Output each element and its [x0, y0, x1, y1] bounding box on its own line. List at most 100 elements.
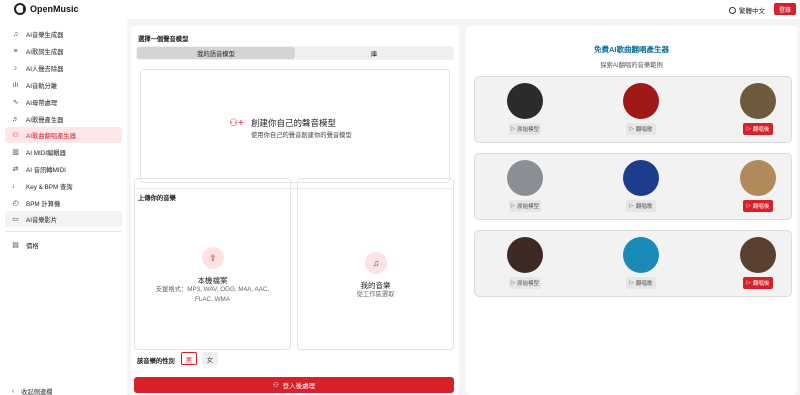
- sidebar-item-music-video[interactable]: ▭ AI音樂影片: [5, 211, 122, 227]
- sidebar-item-label: BPM 計算機: [26, 200, 61, 208]
- play-icon: ▷: [510, 126, 516, 132]
- play-icon: ▷: [510, 203, 516, 209]
- cover-icon: ⚇: [12, 131, 19, 139]
- sidebar-item-label: Key & BPM 查詢: [26, 183, 73, 191]
- video-icon: ▭: [12, 215, 19, 223]
- play-cover-song-button[interactable]: ▷ 翻唱歌: [626, 277, 656, 289]
- sidebar-item-label: AI歌聲產生器: [26, 116, 64, 124]
- play-cover-button[interactable]: ▷ 翻唱後: [743, 277, 773, 289]
- cover-song-avatar: [623, 83, 659, 119]
- openmusic-logo-icon: [14, 3, 26, 15]
- play-original-button[interactable]: ▷ 原始模型: [509, 123, 541, 135]
- add-user-icon: ⚇+: [229, 118, 244, 129]
- sidebar-item-vocal-remover[interactable]: ♪ AI人聲去除器: [5, 60, 122, 76]
- play-icon: ▷: [510, 280, 516, 286]
- sidebar-divider: [5, 231, 122, 232]
- sidebar-item-lyrics-generator[interactable]: ≡ AI歌詞生成器: [5, 43, 122, 59]
- sidebar-item-label: AI MIDI編輯器: [26, 149, 66, 157]
- submit-label: 登入後處理: [282, 383, 316, 390]
- sidebar-item-midi-editor[interactable]: ▥ AI MIDI編輯器: [5, 144, 122, 160]
- lyrics-icon: ≡: [13, 47, 18, 55]
- cover-result-avatar: [740, 83, 776, 119]
- create-model-title: 創建你自己的聲音模型: [251, 118, 337, 128]
- chevron-left-icon: ‹: [12, 388, 15, 395]
- play-original-button[interactable]: ▷ 原始模型: [509, 277, 541, 289]
- gender-label: 該音樂的性別: [137, 358, 175, 365]
- model-tabs: 我的語音模型 庫: [136, 46, 454, 60]
- play-cover-button[interactable]: ▷ 翻唱後: [743, 123, 773, 135]
- tab-my-voice-models[interactable]: 我的語音模型: [137, 47, 295, 59]
- play-cover-song-button[interactable]: ▷ 翻唱歌: [626, 200, 656, 212]
- upload-icon: ⇪: [202, 247, 224, 269]
- play-cover-button[interactable]: ▷ 翻唱後: [743, 200, 773, 212]
- example-card: ▷ 原始模型 ▷ 翻唱歌 ▷ 翻唱後: [474, 76, 792, 143]
- play-icon: ▷: [746, 203, 751, 209]
- pricing-icon: ▤: [12, 241, 19, 249]
- example-card: ▷ 原始模型 ▷ 翻唱歌 ▷ 翻唱後: [474, 230, 792, 297]
- top-header: OpenMusic 繁體中文 登錄: [0, 0, 800, 19]
- sidebar-item-label: AI母帶處理: [26, 99, 58, 107]
- bpm-icon: ◴: [12, 199, 19, 207]
- sidebar-item-bpm-calculator[interactable]: ◴ BPM 計算機: [5, 195, 122, 211]
- examples-panel: 免費AI歌曲翻唱產生器 探索AI翻唱的音樂範例 ▷ 原始模型 ▷ 翻唱歌 ▷ 翻唱後 …: [466, 26, 797, 395]
- cover-song-avatar: [623, 160, 659, 196]
- original-model-avatar: [507, 237, 543, 273]
- login-button[interactable]: 登錄: [774, 3, 796, 15]
- play-icon: ▷: [629, 126, 634, 132]
- examples-title: 免費AI歌曲翻唱產生器: [594, 45, 669, 54]
- select-model-label: 選擇一個聲音模型: [138, 36, 189, 43]
- play-icon: ▷: [629, 280, 634, 286]
- user-icon: ⚇: [272, 382, 279, 389]
- play-icon: ▷: [746, 126, 751, 132]
- cover-song-avatar: [623, 237, 659, 273]
- create-model-subtitle: 使用你自己的聲音創建你的聲音模型: [251, 132, 352, 139]
- logo[interactable]: OpenMusic: [14, 3, 79, 15]
- sidebar-item-key-bpm[interactable]: ♩ Key & BPM 查詢: [5, 178, 122, 194]
- play-original-button[interactable]: ▷ 原始模型: [509, 200, 541, 212]
- singing-icon: ♬: [12, 115, 19, 123]
- sidebar-item-label: AI歌詞生成器: [26, 48, 64, 56]
- sidebar-item-label: 價格: [26, 242, 39, 250]
- sidebar-item-audio-to-midi[interactable]: ⇄ AI 音訊轉MIDI: [5, 161, 122, 177]
- play-icon: ▷: [746, 280, 751, 286]
- sidebar-item-label: AI歌曲翻唱產生器: [26, 132, 77, 140]
- sidebar-item-label: AI音軌分離: [26, 82, 58, 90]
- sidebar-item-label: AI 音訊轉MIDI: [26, 166, 66, 174]
- music-note-icon: ♫: [365, 252, 387, 274]
- my-music-picker[interactable]: ♫ 我的音樂 從工作區選取: [297, 178, 454, 350]
- vocal-remover-icon: ♪: [13, 64, 18, 72]
- play-cover-song-button[interactable]: ▷ 翻唱歌: [626, 123, 656, 135]
- play-icon: ▷: [629, 203, 634, 209]
- mastering-icon: ∿: [12, 98, 19, 106]
- cover-result-avatar: [740, 160, 776, 196]
- logo-text: OpenMusic: [30, 4, 79, 14]
- collapse-label: 收起側邊欄: [21, 389, 53, 395]
- example-card: ▷ 原始模型 ▷ 翻唱歌 ▷ 翻唱後: [474, 153, 792, 220]
- cover-result-avatar: [740, 237, 776, 273]
- sidebar-item-label: AI音樂生成器: [26, 31, 64, 39]
- supported-formats: 支援格式：MP3, WAV, OGG, M4A, AAC, FLAC, WMA: [155, 286, 270, 303]
- login-to-process-button[interactable]: ⚇ 登入後處理: [134, 377, 454, 393]
- gender-female-button[interactable]: 女: [202, 352, 218, 365]
- key-bpm-icon: ♩: [12, 182, 19, 190]
- sidebar-item-mastering[interactable]: ∿ AI母帶處理: [5, 94, 122, 110]
- sidebar-item-singing-generator[interactable]: ♬ AI歌聲產生器: [5, 111, 122, 127]
- gender-male-button[interactable]: 男: [181, 352, 197, 365]
- sidebar-item-label: AI音樂影片: [26, 216, 58, 224]
- language-label: 繁體中文: [739, 8, 765, 15]
- local-file-upload[interactable]: ⇪ 本機檔案 支援格式：MP3, WAV, OGG, M4A, AAC, FLA…: [134, 178, 291, 350]
- my-music-subtitle: 從工作區選取: [356, 291, 395, 298]
- language-selector[interactable]: 繁體中文: [729, 5, 765, 15]
- collapse-sidebar-button[interactable]: ‹ 收起側邊欄: [12, 387, 53, 395]
- tab-library[interactable]: 庫: [295, 47, 453, 59]
- sidebar: ♫ AI音樂生成器 ≡ AI歌詞生成器 ♪ AI人聲去除器 ılı AI音軌分離…: [0, 19, 127, 395]
- create-voice-model-card[interactable]: ⚇+ 創建你自己的聲音模型 使用你自己的聲音創建你的聲音模型: [140, 69, 450, 183]
- sidebar-item-stem-split[interactable]: ılı AI音軌分離: [5, 77, 122, 93]
- sidebar-item-music-generator[interactable]: ♫ AI音樂生成器: [5, 26, 122, 42]
- original-model-avatar: [507, 160, 543, 196]
- globe-icon: [729, 6, 736, 14]
- midi-icon: ▥: [12, 148, 19, 156]
- stem-split-icon: ılı: [12, 81, 19, 89]
- sidebar-item-cover-generator[interactable]: ⚇ AI歌曲翻唱產生器: [5, 127, 122, 143]
- sidebar-item-pricing[interactable]: ▤ 價格: [5, 237, 122, 253]
